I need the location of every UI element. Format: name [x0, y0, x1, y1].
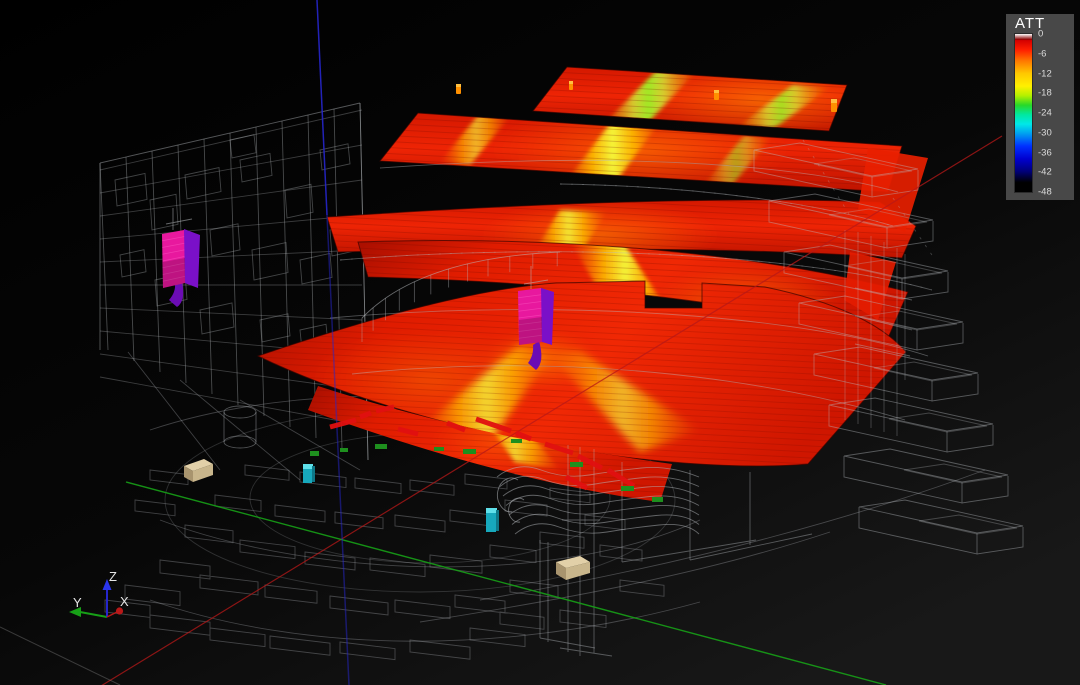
seat-row-green: [463, 449, 476, 454]
seat-row-green: [310, 451, 319, 456]
monitor-speaker-cyan-2[interactable]: [486, 508, 499, 532]
legend-tick: -30: [1038, 128, 1052, 137]
legend-tick: -48: [1038, 188, 1052, 197]
monitor-speaker-cyan-1[interactable]: [303, 464, 315, 483]
seat-row-green: [375, 444, 387, 449]
z-axis-label: Z: [109, 569, 117, 584]
legend-tick: -36: [1038, 148, 1052, 157]
seat-row-green: [434, 447, 444, 451]
x-axis-label: X: [120, 594, 129, 609]
seat-row-green: [621, 486, 634, 491]
scene-canvas[interactable]: Z Y X: [0, 0, 1080, 685]
legend-tick: 0: [1038, 30, 1043, 39]
3d-viewport[interactable]: Z Y X ATT 0-6-12-18-24-30-36-42-48: [0, 0, 1080, 685]
legend-tick: -12: [1038, 69, 1052, 78]
seat-row-green: [340, 448, 348, 452]
legend-gradient-bar: [1015, 34, 1032, 192]
seat-row-green: [511, 439, 522, 443]
legend-tick: -6: [1038, 49, 1046, 58]
legend-tick: -18: [1038, 89, 1052, 98]
attenuation-legend: ATT 0-6-12-18-24-30-36-42-48: [1006, 14, 1074, 200]
seat-row-green: [652, 497, 663, 502]
seat-row-green: [570, 462, 583, 467]
legend-tick: -24: [1038, 109, 1052, 118]
legend-tick-labels: 0-6-12-18-24-30-36-42-48: [1038, 34, 1072, 192]
y-axis-label: Y: [73, 595, 82, 610]
legend-tick: -42: [1038, 168, 1052, 177]
